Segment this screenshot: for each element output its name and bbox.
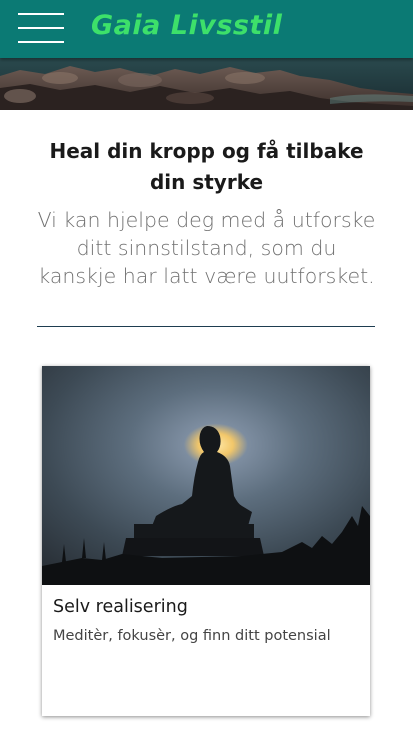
rocky-coastline-photo [0, 58, 413, 110]
card-title: Selv realisering [53, 597, 188, 617]
hamburger-menu-icon[interactable] [18, 13, 64, 43]
brand-logo[interactable]: Gaia Livsstil [91, 10, 282, 41]
section-divider [37, 326, 375, 327]
card-image [42, 366, 370, 585]
hero-image [0, 58, 413, 110]
page-headline: Heal din kropp og få tilbake din styrke [49, 139, 364, 194]
top-navbar: Gaia Livsstil [0, 0, 413, 58]
card-description: Meditèr, fokusèr, og finn ditt potensial [53, 628, 331, 644]
service-card-self-realization[interactable]: Selv realisering Meditèr, fokusèr, og fi… [42, 366, 370, 716]
page-subtext: Vi kan hjelpe deg med å utforske ditt si… [37, 208, 376, 288]
buddha-statue-silhouette-photo [42, 366, 370, 585]
